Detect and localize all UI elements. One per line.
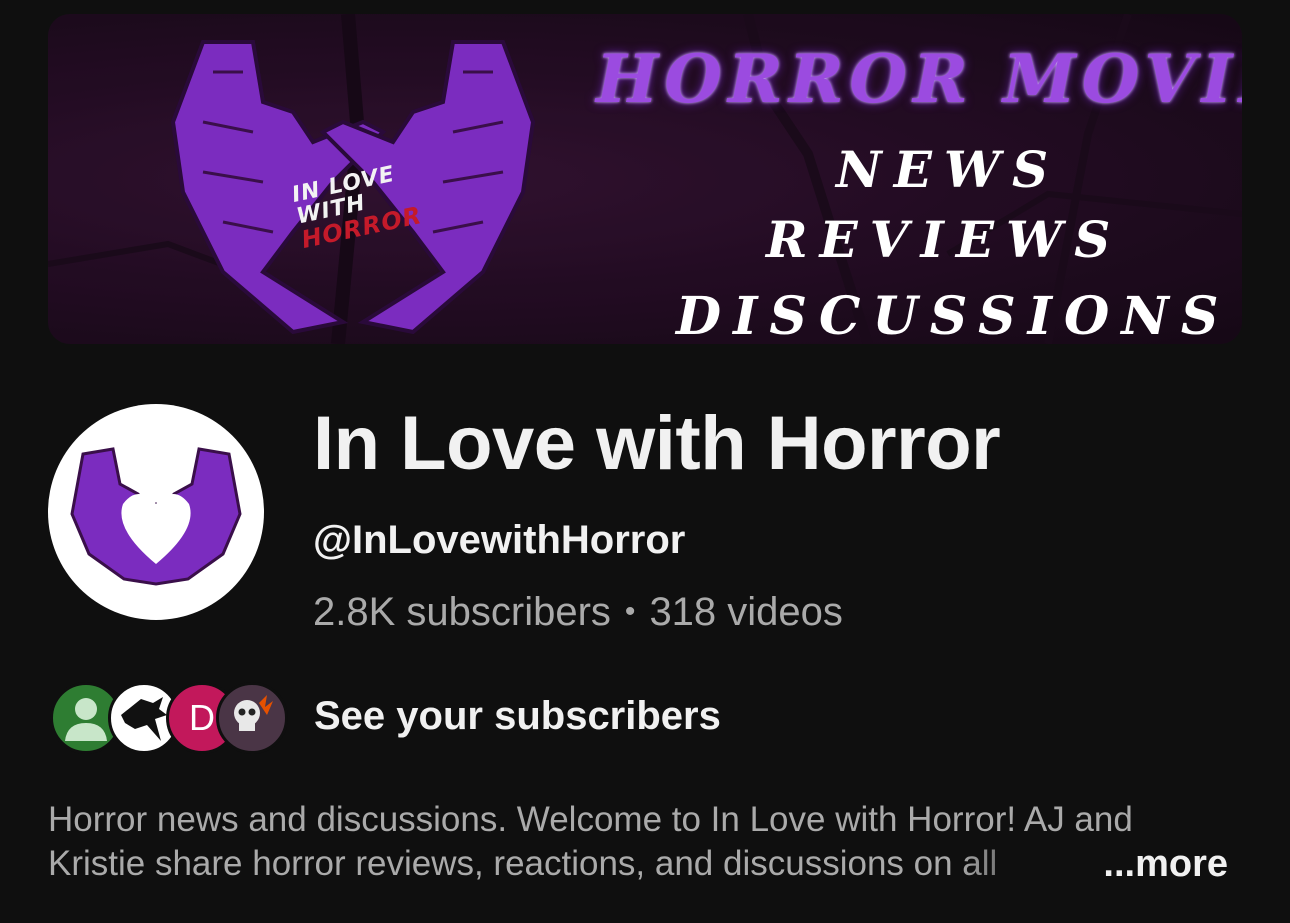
see-your-subscribers-label: See your subscribers — [314, 694, 721, 738]
skull-icon — [234, 695, 273, 731]
channel-name: In Love with Horror — [313, 401, 1001, 486]
more-link[interactable]: ...more — [1089, 842, 1228, 886]
banner-title: HORROR MOVIE — [596, 40, 1242, 118]
see-subscribers-row[interactable]: D See your subscribers — [50, 682, 810, 754]
subscriber-avatar-skull — [216, 682, 288, 754]
banner-line-discussions: DISCUSSIONS — [676, 286, 1231, 344]
channel-handle: @InLovewithHorror — [313, 518, 686, 562]
description-line-2-text: Kristie share horror reviews, reactions,… — [48, 844, 998, 883]
video-count: 318 videos — [649, 590, 843, 634]
skeleton-heart-icon — [70, 447, 242, 586]
banner-line-reviews: REVIEWS — [766, 210, 1123, 269]
description-fade — [958, 842, 1078, 886]
description-line-2: Kristie share horror reviews, reactions,… — [48, 842, 1228, 886]
description-line-1: Horror news and discussions. Welcome to … — [48, 800, 1133, 839]
subscriber-avatars: D — [50, 682, 290, 754]
subscriber-count: 2.8K subscribers — [313, 590, 611, 634]
channel-avatar[interactable] — [48, 404, 264, 620]
stats-separator: • — [624, 595, 636, 628]
channel-description[interactable]: Horror news and discussions. Welcome to … — [48, 798, 1238, 886]
channel-stats: 2.8K subscribers • 318 videos — [313, 590, 843, 635]
banner-line-news: NEWS — [836, 140, 1061, 199]
channel-banner: IN LOVE WITH HORROR HORROR MOVIE NEWS RE… — [48, 14, 1242, 344]
